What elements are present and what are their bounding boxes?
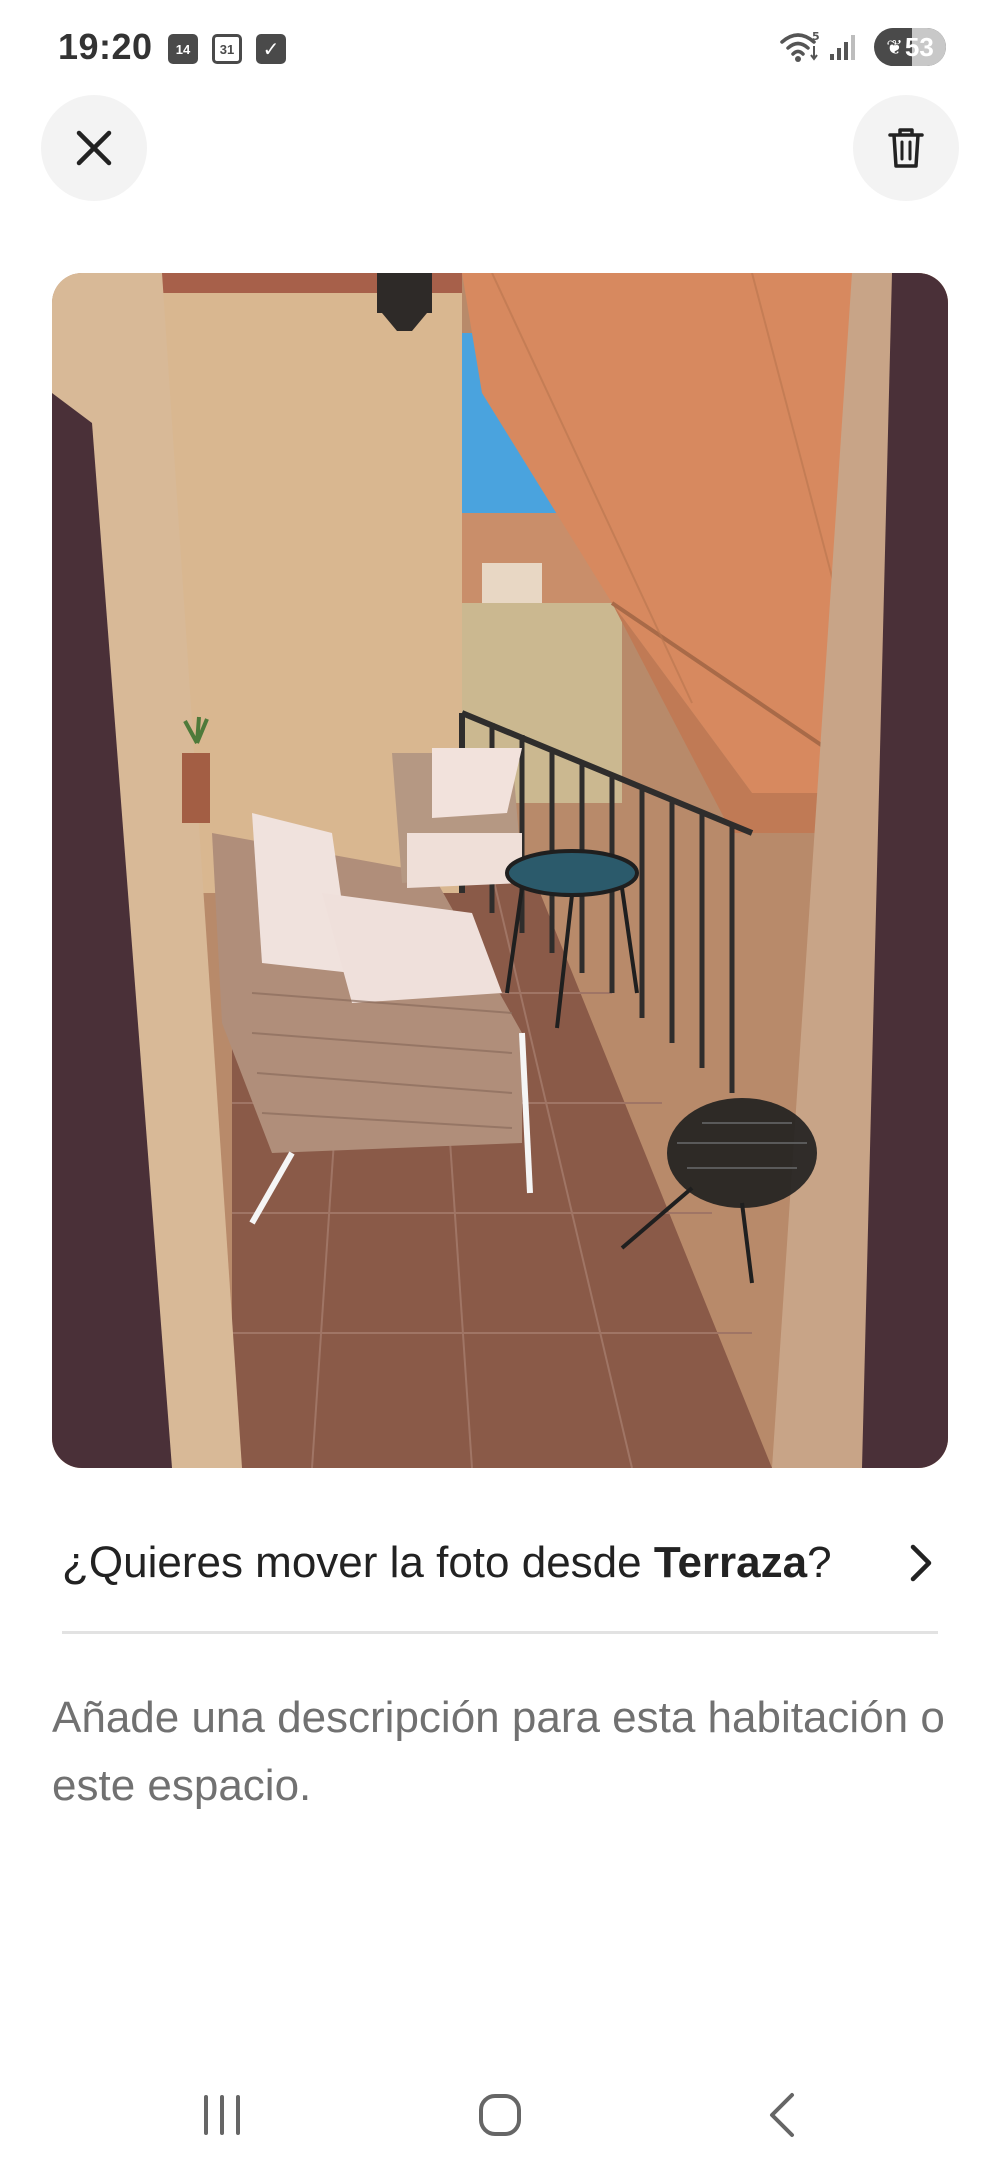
close-icon xyxy=(76,130,112,166)
wifi-badge: 5 xyxy=(812,30,820,43)
checkbox-notification-icon: ✓ xyxy=(256,34,286,64)
description-input[interactable]: Añade una descripción para esta habitaci… xyxy=(52,1684,952,1820)
home-button[interactable] xyxy=(460,2080,540,2150)
battery-indicator: ❦ 53 xyxy=(874,28,946,66)
home-icon xyxy=(479,2094,521,2136)
move-photo-prompt: ¿Quieres mover la foto desde Terraza? xyxy=(62,1538,832,1588)
divider xyxy=(62,1631,938,1634)
recents-icon xyxy=(204,2095,240,2135)
delete-photo-button[interactable] xyxy=(853,95,959,201)
power-saving-icon: ❦ xyxy=(886,36,903,59)
current-room-name: Terraza xyxy=(653,1538,808,1587)
terrace-photo-image xyxy=(52,273,948,1468)
back-button[interactable] xyxy=(742,2080,822,2150)
trash-icon xyxy=(888,128,924,168)
wifi-icon: 5 xyxy=(780,30,820,62)
chevron-right-icon xyxy=(910,1544,932,1582)
status-time: 19:20 xyxy=(58,26,153,67)
move-photo-suffix: ? xyxy=(807,1538,832,1587)
terrace-photo[interactable] xyxy=(52,273,948,1468)
calendar-outline-notification-icon: 31 xyxy=(212,34,242,64)
signal-icon xyxy=(830,35,855,60)
close-button[interactable] xyxy=(41,95,147,201)
battery-level: 53 xyxy=(904,31,934,62)
status-indicators: 5 ❦ 53 xyxy=(780,28,946,66)
back-icon xyxy=(770,2093,794,2137)
calendar-notification-icon: 14 xyxy=(168,34,198,64)
navigation-bar xyxy=(0,2060,1000,2167)
recents-button[interactable] xyxy=(182,2080,262,2150)
move-photo-row[interactable]: ¿Quieres mover la foto desde Terraza? xyxy=(62,1520,938,1606)
status-bar: 19:20 14 31 ✓ 5 ❦ 53 xyxy=(0,0,1000,96)
move-photo-prefix: ¿Quieres mover la foto desde xyxy=(62,1538,654,1587)
